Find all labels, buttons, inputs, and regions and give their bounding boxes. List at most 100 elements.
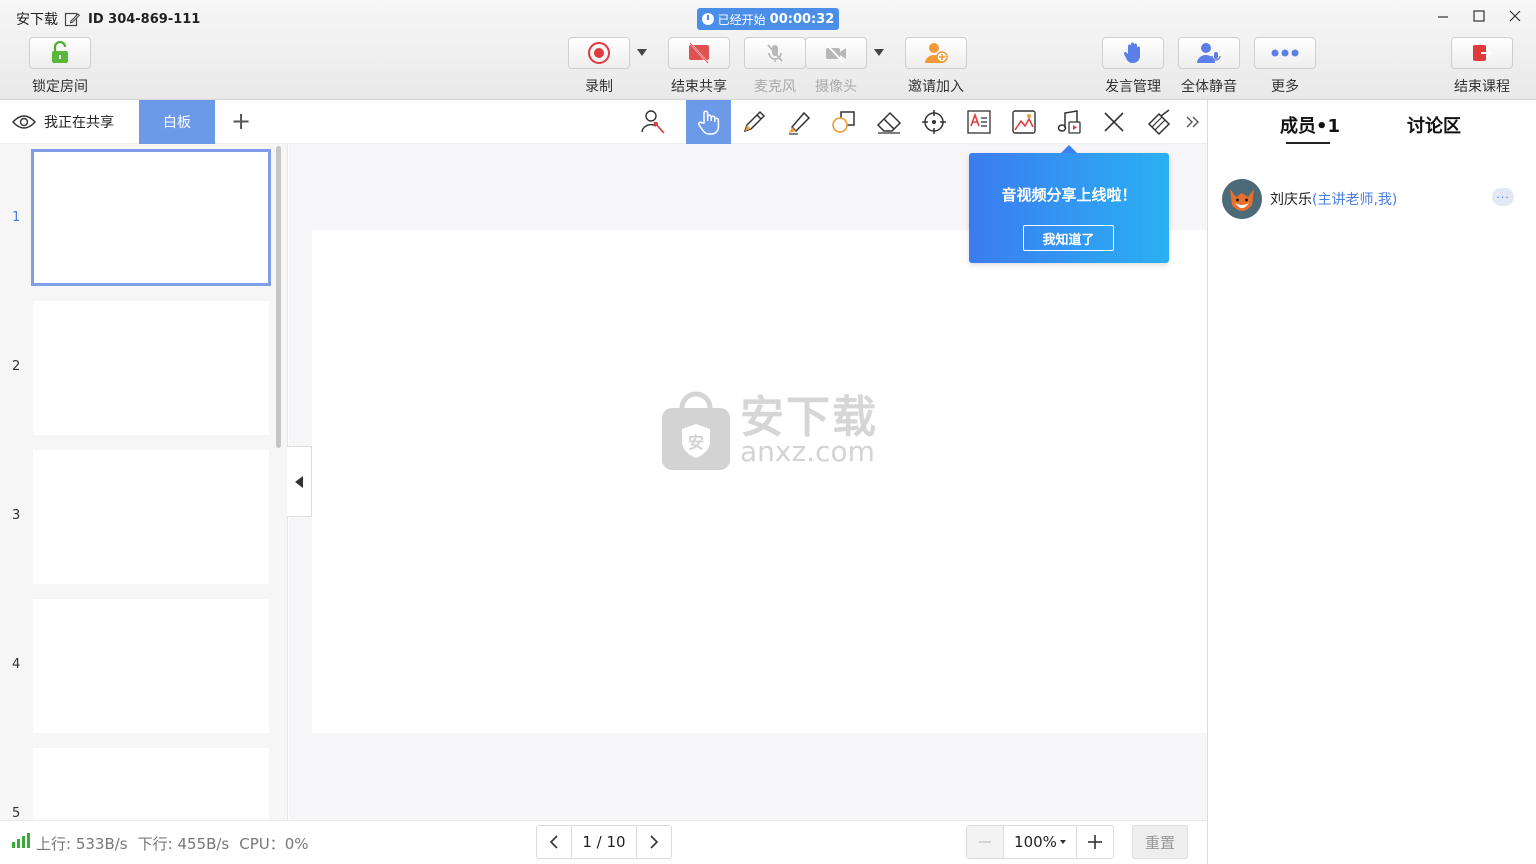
eraser-icon[interactable] <box>866 100 911 144</box>
page-indicator: 1 / 10 <box>571 826 637 858</box>
sharing-indicator: 我正在共享 <box>12 112 114 132</box>
prev-page-button[interactable] <box>537 826 571 858</box>
thumbnail-slide[interactable] <box>33 301 269 435</box>
watermark-main: 安下载 <box>740 392 878 443</box>
pencil-icon[interactable] <box>731 100 776 144</box>
member-item[interactable]: 刘庆乐 (主讲老师,我) <box>1222 179 1397 219</box>
zoom-value: 100% <box>1014 833 1057 851</box>
end-share-icon <box>668 37 730 69</box>
thumbnail-number: 1 <box>12 210 21 225</box>
music-icon[interactable] <box>1046 100 1091 144</box>
close-window-button[interactable] <box>1504 6 1526 26</box>
lock-room-button[interactable]: 锁定房间 <box>29 37 91 96</box>
window-controls <box>1432 6 1526 26</box>
thumbnail-number: 4 <box>12 657 21 672</box>
minimize-button[interactable] <box>1432 6 1454 26</box>
thumbnail-slide[interactable] <box>31 149 271 286</box>
popup-title: 音视频分享上线啦！ <box>1001 186 1137 204</box>
svg-text:安: 安 <box>688 433 704 452</box>
lock-room-label: 锁定房间 <box>32 79 88 95</box>
close-icon[interactable] <box>1091 100 1136 144</box>
status-bar: 上行: 533B/s 下行: 455B/s CPU：0% 1 / 10 100%… <box>0 820 1207 864</box>
target-icon[interactable] <box>911 100 956 144</box>
collapse-sidebar-button[interactable] <box>287 446 312 517</box>
hand-icon[interactable] <box>686 100 731 144</box>
network-stats: 上行: 533B/s 下行: 455B/s CPU：0% <box>36 833 309 854</box>
lock-icon <box>29 37 91 69</box>
zoom-out-button[interactable] <box>967 826 1003 858</box>
invite-user-icon <box>905 37 967 69</box>
tab-discussion[interactable]: 讨论区 <box>1407 112 1461 138</box>
slide-thumbnails: 1 2 3 4 5 <box>0 144 288 820</box>
camera-dropdown-icon[interactable] <box>874 49 884 56</box>
mute-all-button[interactable]: 全体静音 <box>1178 37 1240 96</box>
add-tab-button[interactable]: + <box>228 107 254 135</box>
thumbnail-scrollbar[interactable] <box>276 146 281 448</box>
cpu-usage: CPU：0% <box>239 835 309 853</box>
maximize-button[interactable] <box>1468 6 1490 26</box>
whiteboard-canvas[interactable]: 安 安下载 anxz.com <box>312 230 1207 733</box>
zoom-select[interactable]: 100% <box>1003 826 1077 858</box>
member-role: (主讲老师,我) <box>1312 192 1398 208</box>
avatar <box>1222 179 1262 219</box>
title-row: 安下载 ID 304-869-111 <box>16 9 200 29</box>
laser-pointer-icon[interactable] <box>630 100 675 144</box>
elapsed-timer: 已经开始 00:00:32 <box>697 8 839 30</box>
speech-management-button[interactable]: 发言管理 <box>1102 37 1164 96</box>
whiteboard-toolbar: 我正在共享 白板 + <box>0 100 1207 144</box>
more-label: 更多 <box>1271 79 1299 95</box>
speech-management-label: 发言管理 <box>1105 79 1161 95</box>
thumbnail-slide[interactable] <box>33 599 269 733</box>
thumbnail-number: 5 <box>12 806 21 820</box>
signal-icon <box>12 833 30 848</box>
invite-button[interactable]: 邀请加入 <box>905 37 967 96</box>
eye-icon <box>12 115 36 129</box>
got-it-button[interactable]: 我知道了 <box>1023 225 1114 251</box>
upload-speed: 上行: 533B/s <box>36 835 128 853</box>
text-icon[interactable] <box>956 100 1001 144</box>
watermark: 安 安下载 anxz.com <box>660 390 878 472</box>
record-dropdown-icon[interactable] <box>637 49 647 56</box>
shape-icon[interactable] <box>821 100 866 144</box>
download-speed: 下行: 455B/s <box>137 835 230 853</box>
microphone-muted-icon <box>744 37 806 69</box>
next-page-button[interactable] <box>637 826 671 858</box>
zoom-control: 100% <box>966 825 1114 859</box>
image-icon[interactable] <box>1001 100 1046 144</box>
camera-off-icon <box>805 37 867 69</box>
chevron-down-icon <box>1059 840 1066 844</box>
tab-whiteboard[interactable]: 白板 <box>139 100 215 144</box>
sharing-label: 我正在共享 <box>44 115 114 131</box>
record-button[interactable]: 录制 <box>568 37 630 96</box>
top-toolbar: 安下载 ID 304-869-111 已经开始 00:00:32 锁定房间 录制 <box>0 0 1536 100</box>
app-title: 安下载 <box>16 12 58 28</box>
highlighter-icon[interactable] <box>776 100 821 144</box>
thumbnail-slide[interactable] <box>33 450 269 584</box>
member-more-button[interactable]: ··· <box>1492 188 1514 206</box>
microphone-label: 麦克风 <box>754 79 796 95</box>
expand-icon[interactable] <box>1178 100 1208 144</box>
more-icon <box>1254 37 1316 69</box>
invite-label: 邀请加入 <box>908 79 964 95</box>
edit-icon[interactable] <box>64 11 80 27</box>
active-tab-underline <box>1286 142 1330 144</box>
end-class-label: 结束课程 <box>1454 79 1510 95</box>
thumbnail-slide[interactable] <box>33 748 269 820</box>
clear-icon[interactable] <box>1136 100 1181 144</box>
meeting-id: ID 304-869-111 <box>88 11 201 27</box>
mute-all-label: 全体静音 <box>1181 79 1237 95</box>
mute-all-icon <box>1178 37 1240 69</box>
tab-members[interactable]: 成员•1 <box>1280 112 1340 138</box>
thumbnail-number: 3 <box>12 508 21 523</box>
record-icon <box>568 37 630 69</box>
watermark-sub: anxz.com <box>740 435 875 468</box>
microphone-button[interactable]: 麦克风 <box>744 37 806 96</box>
record-label: 录制 <box>585 79 613 95</box>
reset-button[interactable]: 重置 <box>1132 825 1188 859</box>
more-button[interactable]: 更多 <box>1254 37 1316 96</box>
camera-label: 摄像头 <box>815 79 857 95</box>
end-class-button[interactable]: 结束课程 <box>1451 37 1513 96</box>
end-share-button[interactable]: 结束共享 <box>668 37 730 96</box>
camera-button[interactable]: 摄像头 <box>805 37 867 96</box>
zoom-in-button[interactable] <box>1077 826 1113 858</box>
